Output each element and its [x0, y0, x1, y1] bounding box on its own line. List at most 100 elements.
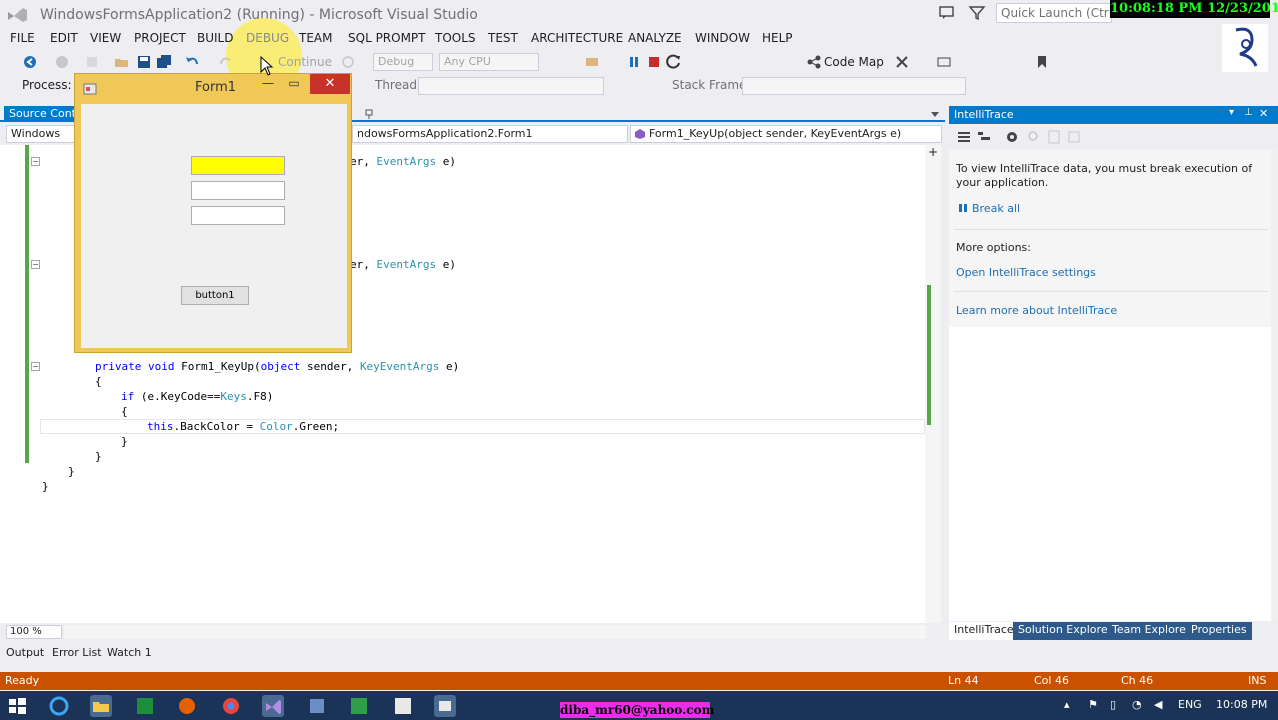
- undo-icon[interactable]: [184, 54, 200, 70]
- menu-team[interactable]: TEAM: [299, 29, 332, 47]
- code-map-icon[interactable]: [806, 54, 822, 70]
- intellitrace-scrollbar[interactable]: [1271, 149, 1278, 621]
- tray-language[interactable]: ENG: [1178, 698, 1202, 711]
- tab-intellitrace[interactable]: IntelliTrace: [949, 622, 1019, 640]
- outline-toggle-2[interactable]: −: [31, 260, 40, 269]
- chrome-icon[interactable]: [220, 695, 242, 717]
- new-project-icon[interactable]: [84, 54, 100, 70]
- tray-arrow-icon[interactable]: ▴: [1064, 698, 1070, 711]
- camtasia-icon[interactable]: [348, 695, 370, 717]
- platform-combo[interactable]: Any CPU: [439, 53, 539, 71]
- menu-test[interactable]: TEST: [488, 29, 518, 47]
- quick-launch-input[interactable]: Quick Launch (Ctrl+Q): [996, 3, 1112, 23]
- tab-watch-1[interactable]: Watch 1: [107, 646, 152, 659]
- editor-horizontal-scrollbar[interactable]: [64, 625, 926, 639]
- split-window-icon[interactable]: +: [928, 146, 940, 158]
- break-all-pause-icon[interactable]: [958, 203, 968, 213]
- save-all-icon[interactable]: [156, 54, 172, 70]
- outline-toggle-1[interactable]: −: [31, 157, 40, 166]
- menu-debug[interactable]: DEBUG: [246, 29, 289, 47]
- project-nav-combo[interactable]: Windows: [6, 125, 76, 143]
- menu-edit[interactable]: EDIT: [50, 29, 78, 47]
- menu-analyze[interactable]: ANALYZE: [628, 29, 682, 47]
- menu-window[interactable]: WINDOW: [695, 29, 750, 47]
- panel-dropdown-icon[interactable]: ▾: [1229, 107, 1234, 118]
- form1-taskbar-icon[interactable]: [434, 695, 456, 717]
- file-explorer-icon[interactable]: [90, 695, 112, 717]
- panel-pin-icon[interactable]: ⊥: [1244, 107, 1253, 118]
- tab-team-explorer[interactable]: Team Explorer: [1107, 622, 1196, 640]
- stop-debugging-icon[interactable]: [646, 54, 662, 70]
- menu-view[interactable]: VIEW: [90, 29, 121, 47]
- menu-build[interactable]: BUILD: [197, 29, 233, 47]
- menu-tools[interactable]: TOOLS: [435, 29, 476, 47]
- tools-icon[interactable]: [894, 54, 910, 70]
- bookmark-icon[interactable]: [1034, 54, 1050, 70]
- continue-button[interactable]: Continue: [278, 55, 332, 69]
- tab-solution-explorer[interactable]: Solution Explorer: [1013, 622, 1118, 640]
- internet-explorer-icon[interactable]: [48, 695, 70, 717]
- pin-icon[interactable]: [364, 108, 374, 120]
- windows-start-icon[interactable]: [6, 695, 28, 717]
- back-arrow-icon[interactable]: [22, 54, 38, 70]
- stack-frame-combo[interactable]: [742, 77, 966, 95]
- tab-error-list[interactable]: Error List: [52, 646, 102, 659]
- textbox3-input[interactable]: [191, 206, 285, 225]
- redo-icon[interactable]: [218, 54, 234, 70]
- open-log-icon[interactable]: [1046, 129, 1062, 145]
- tab-dropdown-icon[interactable]: [930, 110, 940, 118]
- textbox2-input[interactable]: [191, 181, 285, 200]
- notification-icon[interactable]: [938, 4, 956, 22]
- tray-network-icon[interactable]: ◔: [1132, 698, 1142, 711]
- firefox-icon[interactable]: [176, 695, 198, 717]
- open-file-icon[interactable]: [114, 54, 130, 70]
- visual-studio-taskbar-icon[interactable]: [262, 695, 284, 717]
- start-circle-icon[interactable]: [340, 54, 356, 70]
- save-icon[interactable]: [136, 54, 152, 70]
- forward-arrow-icon[interactable]: [54, 54, 70, 70]
- events-view-icon[interactable]: [956, 129, 972, 145]
- menu-project[interactable]: PROJECT: [134, 29, 186, 47]
- tray-volume-icon[interactable]: ◀: [1154, 698, 1162, 711]
- layout-icon[interactable]: [936, 54, 952, 70]
- thread-combo[interactable]: [418, 77, 604, 95]
- status-column: Col 46: [1034, 674, 1069, 687]
- menu-file[interactable]: FILE: [10, 29, 35, 47]
- textbox1-input[interactable]: [191, 156, 285, 175]
- tab-output[interactable]: Output: [6, 646, 44, 659]
- save-log-icon[interactable]: [1066, 129, 1082, 145]
- attach-icon[interactable]: [584, 54, 600, 70]
- open-intellitrace-settings-link[interactable]: Open IntelliTrace settings: [956, 266, 1096, 279]
- search-icon[interactable]: [1026, 129, 1042, 145]
- type-nav-combo[interactable]: ndowsFormsApplication2.Form1: [352, 125, 628, 143]
- tray-flag-icon[interactable]: ⚑: [1088, 698, 1098, 711]
- calls-view-icon[interactable]: [976, 129, 992, 145]
- tray-clock[interactable]: 10:08 PM: [1216, 698, 1267, 711]
- minimize-button[interactable]: —: [255, 76, 281, 96]
- learn-more-link[interactable]: Learn more about IntelliTrace: [956, 304, 1117, 317]
- menu-help[interactable]: HELP: [762, 29, 793, 47]
- break-all-link[interactable]: Break all: [972, 202, 1020, 215]
- configuration-combo[interactable]: Debug: [373, 53, 433, 71]
- close-button[interactable]: ✕: [310, 74, 350, 94]
- member-nav-combo[interactable]: Form1_KeyUp(object sender, KeyEventArgs …: [630, 125, 942, 143]
- menu-sql-prompt[interactable]: SQL PROMPT: [348, 29, 426, 47]
- app-icon[interactable]: [306, 695, 328, 717]
- excel-icon[interactable]: [134, 695, 156, 717]
- tab-properties[interactable]: Properties: [1186, 622, 1252, 640]
- feedback-filter-icon[interactable]: [968, 4, 986, 22]
- menu-architecture[interactable]: ARCHITECTURE: [531, 29, 623, 47]
- tray-battery-icon[interactable]: ▯: [1110, 698, 1116, 711]
- code-map-button[interactable]: Code Map: [824, 55, 884, 69]
- panel-close-icon[interactable]: ✕: [1259, 107, 1268, 120]
- maximize-button[interactable]: ▭: [281, 76, 307, 96]
- button1[interactable]: button1: [181, 286, 249, 305]
- break-all-icon[interactable]: [626, 54, 642, 70]
- zoom-level-combo[interactable]: 100 %: [6, 625, 62, 639]
- settings-gear-icon[interactable]: [1004, 129, 1020, 145]
- recorder-icon[interactable]: [392, 695, 414, 717]
- mouse-pointer-icon: [260, 56, 274, 76]
- outline-toggle-3[interactable]: −: [31, 362, 40, 371]
- restart-icon[interactable]: [666, 54, 682, 70]
- change-tracking-margin: [25, 145, 29, 463]
